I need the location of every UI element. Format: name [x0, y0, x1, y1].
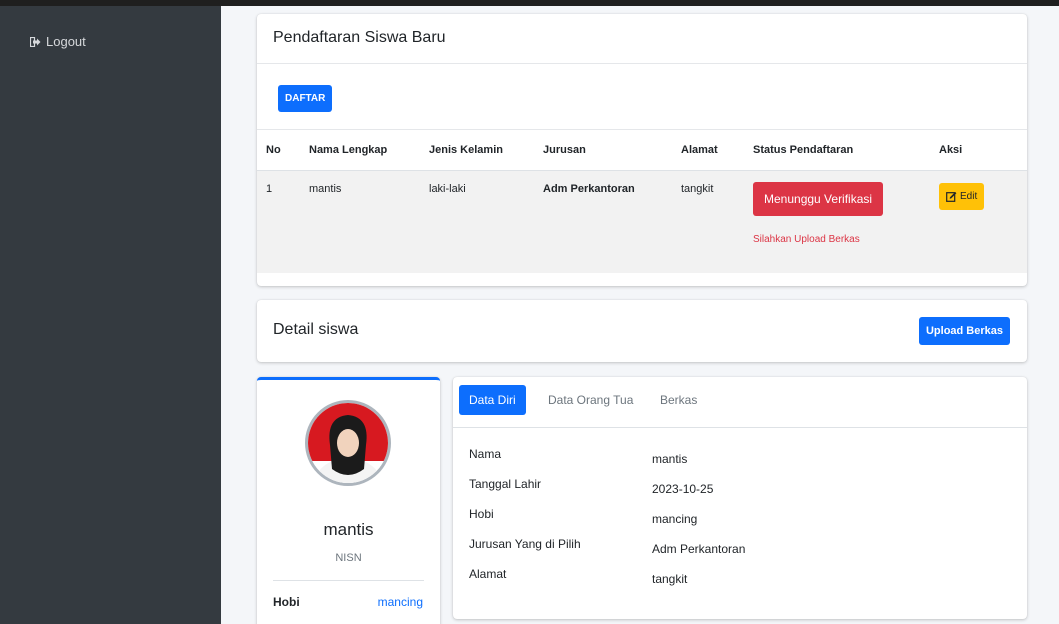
- sidebar: Logout: [0, 6, 221, 624]
- divider: [273, 580, 424, 581]
- cell-alamat: tangkit: [675, 170, 747, 273]
- info-label-hobi: Hobi: [469, 507, 494, 521]
- main-content: Pendaftaran Siswa Baru DAFTAR No Nama Le…: [221, 6, 1059, 624]
- status-badge: Menunggu Verifikasi: [753, 182, 884, 216]
- info-label-tanggal-lahir: Tanggal Lahir: [469, 477, 542, 491]
- info-value-alamat: tangkit: [652, 572, 688, 586]
- cell-aksi: Edit: [925, 170, 1027, 273]
- logout-icon: [30, 36, 41, 47]
- col-jurusan: Jurusan: [537, 129, 675, 171]
- cell-jurusan: Adm Perkantoran: [537, 170, 675, 273]
- table-header-row: No Nama Lengkap Jenis Kelamin Jurusan Al…: [257, 129, 1027, 171]
- cell-no: 1: [257, 170, 303, 273]
- sidebar-item-logout[interactable]: Logout: [30, 34, 86, 49]
- info-label-nama: Nama: [469, 447, 502, 461]
- registration-table: No Nama Lengkap Jenis Kelamin Jurusan Al…: [257, 129, 1027, 273]
- registration-title: Pendaftaran Siswa Baru: [257, 14, 1027, 64]
- sidebar-item-label: Logout: [46, 34, 86, 49]
- info-value-tanggal-lahir: 2023-10-25: [652, 482, 714, 496]
- detail-card: Detail siswa Upload Berkas: [257, 300, 1027, 362]
- registration-card: Pendaftaran Siswa Baru DAFTAR No Nama Le…: [257, 14, 1027, 286]
- profile-name: mantis: [323, 520, 374, 539]
- col-no: No: [257, 129, 303, 171]
- info-value-hobi: mancing: [652, 512, 698, 526]
- info-value-jurusan: Adm Perkantoran: [652, 542, 746, 556]
- data-tabs-card: Data Diri Data Orang Tua Berkas Nama man…: [453, 377, 1027, 619]
- tab-data-diri[interactable]: Data Diri: [459, 385, 526, 415]
- tab-berkas[interactable]: Berkas: [650, 385, 707, 415]
- table-row: 1 mantis laki-laki Adm Perkantoran tangk…: [257, 170, 1027, 273]
- col-alamat: Alamat: [675, 129, 747, 171]
- col-status-pendaftaran: Status Pendaftaran: [747, 129, 925, 171]
- edit-label: Edit: [960, 191, 978, 202]
- profile-card: mantis NISN Hobi mancing: [257, 377, 440, 624]
- profile-nisn: NISN: [335, 552, 362, 564]
- cell-status: Menunggu Verifikasi Silahkan Upload Berk…: [747, 170, 925, 273]
- edit-icon: [946, 192, 957, 202]
- edit-button[interactable]: Edit: [939, 183, 985, 210]
- daftar-button[interactable]: DAFTAR: [278, 85, 333, 112]
- info-label-alamat: Alamat: [469, 567, 507, 581]
- col-nama-lengkap: Nama Lengkap: [303, 129, 423, 171]
- upload-berkas-button[interactable]: Upload Berkas: [918, 317, 1010, 345]
- student-photo-icon: [308, 403, 388, 483]
- info-value-nama: mantis: [652, 452, 688, 466]
- tab-bar: Data Diri Data Orang Tua Berkas: [453, 377, 1027, 428]
- profile-hobi-value[interactable]: mancing: [378, 595, 423, 609]
- cell-nama: mantis: [303, 170, 423, 273]
- col-jenis-kelamin: Jenis Kelamin: [423, 129, 537, 171]
- status-note: Silahkan Upload Berkas: [753, 234, 860, 245]
- info-label-jurusan: Jurusan Yang di Pilih: [469, 537, 581, 551]
- tab-data-orang-tua[interactable]: Data Orang Tua: [538, 385, 643, 415]
- detail-title: Detail siswa: [273, 321, 359, 338]
- cell-jenis-kelamin: laki-laki: [423, 170, 537, 273]
- col-aksi: Aksi: [925, 129, 1027, 171]
- avatar: [305, 400, 391, 486]
- profile-hobi-label: Hobi: [273, 595, 300, 609]
